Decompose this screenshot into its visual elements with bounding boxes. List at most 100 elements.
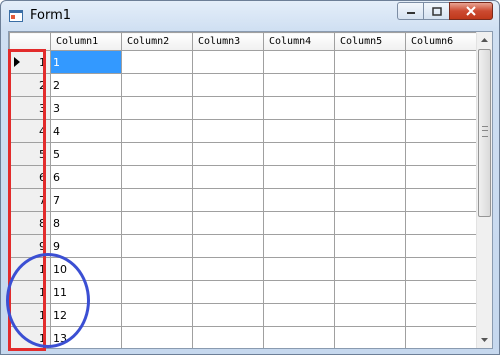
maximize-button[interactable]: [423, 2, 449, 20]
grid-cell[interactable]: [121, 211, 193, 235]
app-window-icon: [9, 10, 23, 22]
table-row: 99: [9, 234, 477, 258]
window-title: Form1: [30, 8, 72, 23]
grid-cell[interactable]: [121, 119, 193, 143]
title-bar[interactable]: Form1: [1, 1, 499, 31]
column-header[interactable]: Column4: [263, 32, 335, 51]
table-row: 33: [9, 96, 477, 120]
grid-cell[interactable]: 8: [50, 211, 122, 235]
grid-cell[interactable]: [405, 257, 477, 281]
grid-cell[interactable]: [263, 119, 335, 143]
grid-cell[interactable]: [192, 326, 264, 348]
table-row: 44: [9, 119, 477, 143]
grid-cell[interactable]: [334, 142, 406, 166]
grid-cell[interactable]: [405, 165, 477, 189]
grid-cell[interactable]: [405, 96, 477, 120]
grid-cell[interactable]: [192, 119, 264, 143]
grid-cell[interactable]: [192, 257, 264, 281]
grid-cell[interactable]: [334, 188, 406, 212]
grid-cell[interactable]: [263, 326, 335, 348]
grid-cell[interactable]: [405, 73, 477, 97]
grid-cell[interactable]: [121, 234, 193, 258]
grid-cell[interactable]: [334, 165, 406, 189]
scroll-thumb[interactable]: [478, 49, 491, 217]
grid-cell[interactable]: [121, 73, 193, 97]
grid-cell[interactable]: [405, 50, 477, 74]
grid-cell[interactable]: [334, 257, 406, 281]
maximize-icon: [431, 6, 442, 16]
grid-cell[interactable]: 4: [50, 119, 122, 143]
grid-cell[interactable]: 1: [50, 50, 122, 74]
grid-cell[interactable]: [334, 234, 406, 258]
grid-cell[interactable]: [334, 119, 406, 143]
grid-cell[interactable]: [263, 96, 335, 120]
grid-cell[interactable]: [263, 303, 335, 327]
grid-cell[interactable]: [334, 303, 406, 327]
grid-cell[interactable]: [192, 280, 264, 304]
grid-cell[interactable]: [263, 211, 335, 235]
scroll-down-button[interactable]: [477, 332, 492, 348]
column-header[interactable]: Column1: [50, 32, 122, 51]
grid-cell[interactable]: [263, 50, 335, 74]
grid-cell[interactable]: [121, 257, 193, 281]
column-header[interactable]: Column3: [192, 32, 264, 51]
table-row: 66: [9, 165, 477, 189]
grid-cell[interactable]: [192, 96, 264, 120]
grid-cell[interactable]: [263, 234, 335, 258]
grid-cell[interactable]: [405, 119, 477, 143]
column-header[interactable]: Column5: [334, 32, 406, 51]
grid-cell[interactable]: [192, 165, 264, 189]
grid-cell[interactable]: [121, 50, 193, 74]
grid-cell[interactable]: 9: [50, 234, 122, 258]
grid-cell[interactable]: [192, 73, 264, 97]
grid-cell[interactable]: [334, 280, 406, 304]
grid-cell[interactable]: 6: [50, 165, 122, 189]
scroll-up-button[interactable]: [477, 32, 492, 48]
grid-cell[interactable]: [263, 73, 335, 97]
grid-cell[interactable]: [121, 188, 193, 212]
grid-cell[interactable]: [121, 303, 193, 327]
grid-cell[interactable]: [334, 326, 406, 348]
grid-cell[interactable]: [334, 50, 406, 74]
column-header[interactable]: Column6: [405, 32, 477, 51]
grid-cell[interactable]: [405, 303, 477, 327]
grid-cell[interactable]: 7: [50, 188, 122, 212]
grid-cell[interactable]: [263, 280, 335, 304]
grid-cell[interactable]: [405, 326, 477, 348]
grid-corner[interactable]: [9, 32, 51, 51]
column-header-row: Column1 Column2 Column3 Column4 Column5 …: [9, 32, 477, 51]
grid-cell[interactable]: [405, 211, 477, 235]
column-header[interactable]: Column2: [121, 32, 193, 51]
grid-cell[interactable]: [405, 188, 477, 212]
grid-cell[interactable]: [334, 211, 406, 235]
grid-cell[interactable]: [192, 50, 264, 74]
grid-cell[interactable]: [192, 303, 264, 327]
grid-cell[interactable]: [405, 142, 477, 166]
grid-cell[interactable]: [192, 211, 264, 235]
grid-cell[interactable]: [263, 257, 335, 281]
grid-cell[interactable]: [121, 142, 193, 166]
grid-cell[interactable]: [192, 234, 264, 258]
grid-cell[interactable]: 3: [50, 96, 122, 120]
grid-cell[interactable]: 5: [50, 142, 122, 166]
close-button[interactable]: [449, 2, 493, 20]
scroll-up-icon: [481, 38, 488, 42]
grid-cell[interactable]: [121, 165, 193, 189]
table-row: 55: [9, 142, 477, 166]
grid-cell[interactable]: [192, 142, 264, 166]
grid-cell[interactable]: [334, 96, 406, 120]
table-row: 11: [9, 50, 477, 74]
grid-cell[interactable]: [121, 326, 193, 348]
grid-cell[interactable]: [192, 188, 264, 212]
grid-cell[interactable]: 2: [50, 73, 122, 97]
minimize-button[interactable]: [397, 2, 423, 20]
grid-cell[interactable]: [121, 96, 193, 120]
grid-cell[interactable]: [121, 280, 193, 304]
grid-cell[interactable]: [263, 188, 335, 212]
grid-cell[interactable]: [405, 234, 477, 258]
grid-cell[interactable]: [334, 73, 406, 97]
grid-cell[interactable]: [405, 280, 477, 304]
grid-cell[interactable]: [263, 142, 335, 166]
vertical-scrollbar[interactable]: [476, 32, 492, 348]
grid-cell[interactable]: [263, 165, 335, 189]
